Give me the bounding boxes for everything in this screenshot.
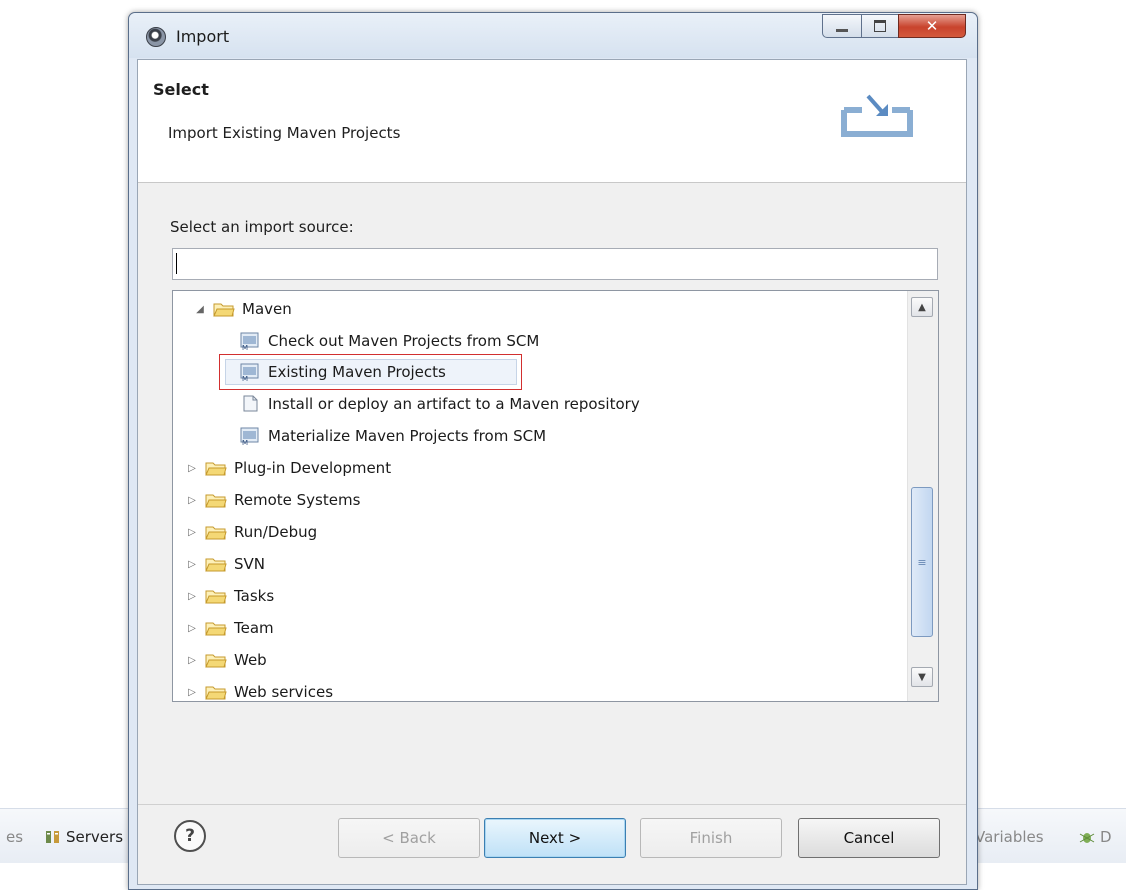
tree-item-run-debug[interactable]: ▷ Run/Debug (185, 516, 317, 548)
artifact-icon (243, 395, 258, 412)
filter-input[interactable] (172, 248, 938, 280)
import-source-tree[interactable]: ◢ Maven M Check out Maven Projects from … (172, 290, 939, 702)
tree-item-label: Web services (234, 683, 334, 701)
cancel-button[interactable]: Cancel (798, 818, 940, 858)
svg-text:M: M (242, 375, 248, 383)
finish-button[interactable]: Finish (640, 818, 782, 858)
folder-icon (205, 590, 227, 604)
tree-item-web[interactable]: ▷ Web (185, 644, 267, 676)
tree-item-svn[interactable]: ▷ SVN (185, 548, 265, 580)
folder-icon (205, 494, 227, 508)
folder-icon (205, 462, 227, 476)
tree-item-remote-systems[interactable]: ▷ Remote Systems (185, 484, 360, 516)
help-icon: ? (185, 826, 195, 846)
tree-item-label: SVN (234, 555, 266, 573)
debug-tab-fragment: D (1100, 828, 1112, 846)
tree-item-materialize-maven[interactable]: M Materialize Maven Projects from SCM (239, 420, 546, 452)
tree-item-team[interactable]: ▷ Team (185, 612, 274, 644)
servers-tab-label: Servers (66, 828, 124, 846)
variables-view-tab[interactable]: Variables (975, 828, 1044, 846)
back-button[interactable]: < Back (338, 818, 480, 858)
folder-icon (213, 303, 235, 317)
close-button[interactable]: ✕ (898, 14, 966, 38)
tree-item-label: Web (234, 651, 267, 669)
folder-icon (205, 558, 227, 572)
scroll-thumb[interactable]: ≡ (911, 487, 933, 637)
footer-separator (138, 804, 966, 805)
tree-item-label: Maven (242, 300, 292, 318)
tree-item-label: Remote Systems (234, 491, 361, 509)
collapsed-arrow-icon[interactable]: ▷ (185, 623, 199, 634)
collapsed-arrow-icon[interactable]: ▷ (185, 559, 199, 570)
wizard-header: Select Import Existing Maven Projects (138, 60, 966, 183)
tree-vertical-scrollbar[interactable]: ▲ ≡ ▼ (907, 291, 938, 701)
minimize-icon (836, 28, 848, 32)
eclipse-icon (146, 27, 166, 47)
folder-icon (205, 654, 227, 668)
minimize-button[interactable] (822, 14, 862, 38)
arrow-down-icon: ▼ (918, 671, 926, 683)
collapsed-arrow-icon[interactable]: ▷ (185, 463, 199, 474)
tree-item-web-services[interactable]: ▷ Web services (185, 676, 334, 701)
tree-item-existing-maven-projects[interactable]: M Existing Maven Projects (239, 356, 446, 388)
tree-item-label: Run/Debug (234, 523, 318, 541)
maximize-button[interactable] (861, 14, 899, 38)
collapsed-arrow-icon[interactable]: ▷ (185, 655, 199, 666)
maven-project-icon: M (240, 427, 259, 447)
bug-icon (1079, 833, 1095, 843)
collapsed-arrow-icon[interactable]: ▷ (185, 687, 199, 698)
svg-text:M: M (242, 344, 248, 352)
close-icon: ✕ (925, 17, 939, 35)
import-source-label: Select an import source: (170, 218, 354, 236)
servers-icon (46, 831, 59, 843)
tree-item-plugin-development[interactable]: ▷ Plug-in Development (185, 452, 391, 484)
maven-project-icon: M (240, 332, 259, 352)
view-tab-fragment[interactable]: es (6, 828, 23, 846)
next-button[interactable]: Next > (484, 818, 626, 858)
tree-item-install-deploy-artifact[interactable]: Install or deploy an artifact to a Maven… (239, 388, 640, 420)
collapsed-arrow-icon[interactable]: ▷ (185, 527, 199, 538)
folder-icon (205, 622, 227, 636)
tree-item-label: Team (234, 619, 274, 637)
variables-tab-label: Variables (975, 828, 1044, 846)
window-title: Import (176, 27, 230, 46)
folder-icon (205, 686, 227, 700)
import-dialog: Import ✕ Select Import Existing Maven Pr… (128, 12, 978, 890)
wizard-page-title: Select (153, 80, 209, 99)
tree-item-tasks[interactable]: ▷ Tasks (185, 580, 274, 612)
tree-item-label: Plug-in Development (234, 459, 392, 477)
tree-item-label: Materialize Maven Projects from SCM (268, 427, 547, 445)
maven-project-icon: M (240, 363, 259, 383)
tree-item-label: Install or deploy an artifact to a Maven… (268, 395, 640, 413)
tree-item-label: Check out Maven Projects from SCM (268, 332, 540, 350)
grip-icon: ≡ (917, 555, 927, 569)
view-tab-fragment-label: es (6, 828, 24, 846)
collapsed-arrow-icon[interactable]: ▷ (185, 591, 199, 602)
servers-view-tab[interactable]: Servers (44, 828, 123, 846)
wizard-page-description: Import Existing Maven Projects (168, 124, 401, 142)
tree-item-maven[interactable]: ◢ Maven (193, 293, 292, 325)
scroll-down-button[interactable]: ▼ (911, 667, 933, 687)
help-button[interactable]: ? (174, 820, 206, 852)
expanded-arrow-icon[interactable]: ◢ (193, 304, 207, 315)
svg-text:M: M (242, 439, 248, 447)
tree-item-checkout-maven[interactable]: M Check out Maven Projects from SCM (239, 325, 539, 357)
dialog-content: Select Import Existing Maven Projects Se… (137, 59, 967, 885)
tree-item-label: Tasks (234, 587, 275, 605)
collapsed-arrow-icon[interactable]: ▷ (185, 495, 199, 506)
import-banner-icon (841, 94, 913, 137)
arrow-up-icon: ▲ (918, 301, 926, 313)
text-caret (176, 253, 177, 274)
folder-icon (205, 526, 227, 540)
tree-item-label: Existing Maven Projects (268, 363, 446, 381)
title-bar[interactable]: Import ✕ (129, 13, 977, 58)
debug-view-tab[interactable]: D (1078, 828, 1112, 846)
maximize-icon (874, 20, 886, 32)
scroll-up-button[interactable]: ▲ (911, 297, 933, 317)
